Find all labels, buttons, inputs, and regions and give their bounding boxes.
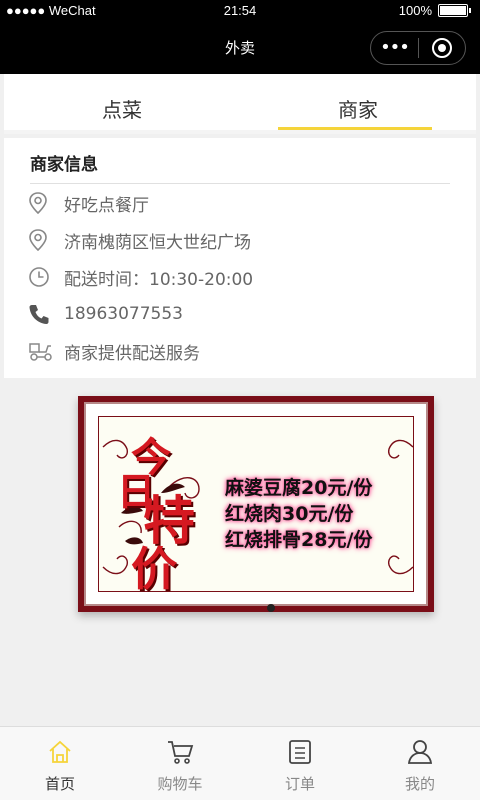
tabbar-home[interactable]: 首页 [0,727,120,800]
battery-icon [438,4,471,17]
merchant-address: 济南槐荫区恒大世纪广场 [64,232,251,253]
delivery-time: 配送时间：10:30-20:00 [64,269,254,290]
carousel-indicator-dot[interactable] [267,604,275,612]
clock-icon [28,265,58,289]
merchant-info-title: 商家信息 [30,155,98,175]
merchant-name-row: 好吃点餐厅 [28,188,149,218]
phone-number[interactable]: 18963077553 [64,304,183,324]
deal-line-1: 麻婆豆腐20元/份 [225,477,373,499]
deal-line-3: 红烧排骨28元/份 [225,529,373,551]
merchant-info-card: 商家信息 好吃点餐厅 济南槐荫区恒大世纪广场 配送时间：10:30-20:00 … [4,138,476,378]
divider [30,183,450,184]
top-tabs: 点菜 商家 [4,74,476,134]
user-icon [407,737,433,767]
cart-icon [166,737,194,767]
banner-paper: 今 日 特 价 麻婆豆腐20元/份 红烧肉30元/份 红烧排骨28元/份 [98,416,414,596]
banner-char-jia: 价 [131,542,177,596]
delivery-scooter-icon [28,339,58,363]
status-bar: ●●●●● WeChat 21:54 100% [0,0,480,22]
promo-banner-area: 今 日 特 价 麻婆豆腐20元/份 红烧肉30元/份 红烧排骨28元/份 [0,378,480,726]
promo-banner[interactable]: 今 日 特 价 麻婆豆腐20元/份 红烧肉30元/份 红烧排骨28元/份 [78,396,434,612]
delivery-time-row: 配送时间：10:30-20:00 [28,262,253,292]
tabbar-orders[interactable]: 订单 [240,727,360,800]
home-icon [47,737,73,767]
close-target-icon [431,38,452,58]
tabbar-cart[interactable]: 购物车 [120,727,240,800]
location-pin-icon [28,228,58,252]
tabbar-mine-label: 我的 [404,775,435,793]
phone-row[interactable]: 18963077553 [28,299,183,329]
bottom-tab-bar: 首页 购物车 订单 我的 [0,726,480,800]
merchant-name: 好吃点餐厅 [64,195,149,216]
tabbar-home-label: 首页 [44,775,75,793]
tabbar-cart-label: 购物车 [157,775,203,793]
order-list-icon [288,737,312,767]
miniprogram-capsule: ••• [370,31,466,65]
tabbar-mine[interactable]: 我的 [360,727,480,800]
tabbar-orders-label: 订单 [284,775,315,793]
battery-status: 100% [398,3,471,18]
delivery-service-row: 商家提供配送服务 [28,336,200,366]
battery-percent: 100% [398,3,432,18]
delivery-service-text: 商家提供配送服务 [64,343,200,364]
merchant-address-row: 济南槐荫区恒大世纪广场 [28,225,251,255]
phone-icon [28,302,58,326]
close-miniprogram-button[interactable] [419,38,465,58]
location-pin-icon [28,191,58,215]
tab-merchant[interactable]: 商家 [240,74,476,130]
nav-bar: 外卖 ••• [0,22,480,74]
tab-order-food[interactable]: 点菜 [4,74,240,130]
more-menu-button[interactable]: ••• [371,33,418,63]
banner-frame: 今 日 特 价 麻婆豆腐20元/份 红烧肉30元/份 红烧排骨28元/份 [84,402,428,606]
deal-line-2: 红烧肉30元/份 [225,503,354,525]
